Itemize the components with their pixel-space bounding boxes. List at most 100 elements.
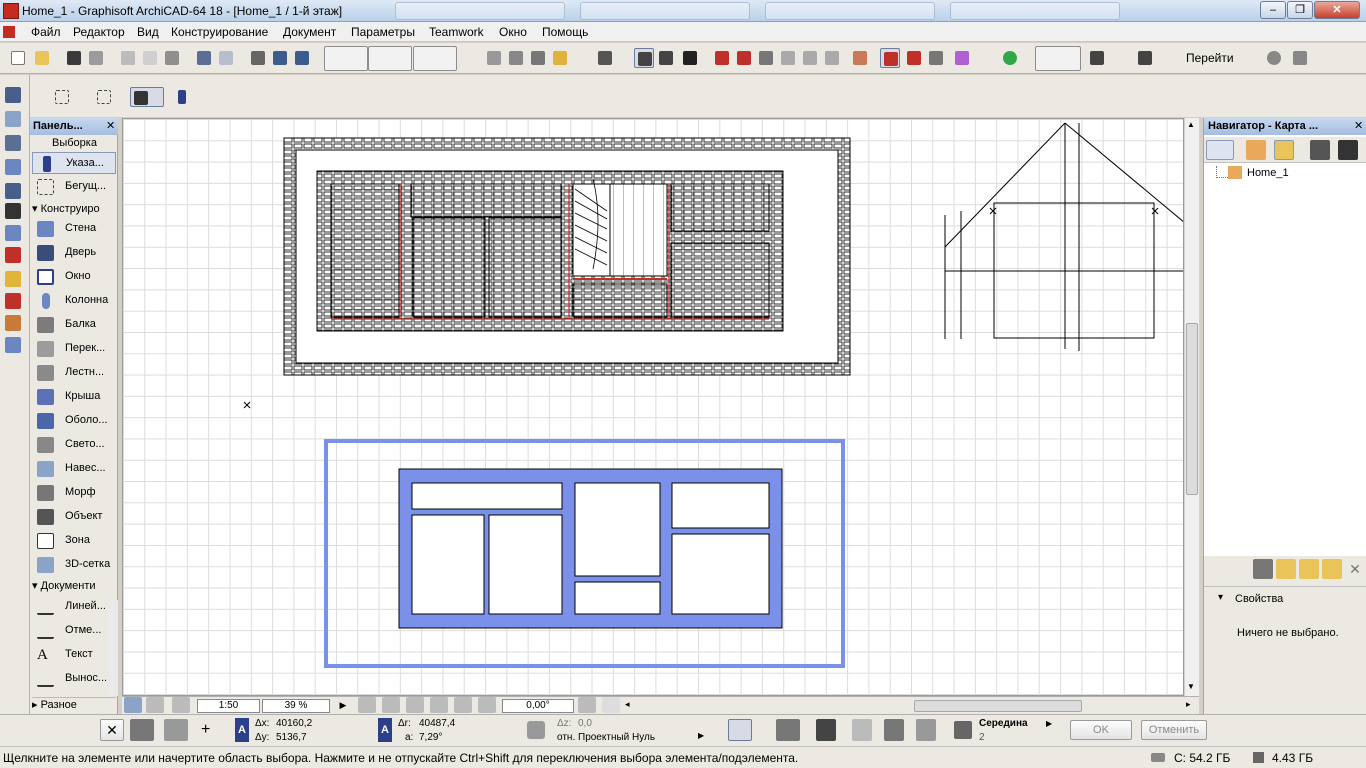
tool-text[interactable]: A Текст [32,644,116,666]
toolbox-title[interactable]: Панель... [30,118,118,135]
split-icon[interactable] [734,48,754,68]
menu-view[interactable]: Вид [137,25,159,39]
ok-button[interactable]: OK [1070,720,1132,740]
tool-morph[interactable]: Морф [32,482,116,504]
table-strip-icon[interactable] [5,183,21,199]
window-icon[interactable] [1135,48,1155,68]
layout-icon[interactable] [634,48,654,68]
line-snap-icon[interactable] [776,719,800,741]
tool-level-dimension[interactable]: Отме... [32,620,116,642]
dx-value[interactable]: 40160,2 [276,718,312,729]
layer-combo-icon[interactable] [146,697,164,713]
cube-icon[interactable] [5,159,21,175]
view-settings-icon[interactable] [124,697,142,713]
elevation-icon[interactable] [595,48,615,68]
scale-field[interactable]: 1:50 [197,699,260,713]
view-mode-dropdown[interactable] [1035,46,1081,71]
wall-tool-icon[interactable] [5,135,21,151]
tool-curtain-wall[interactable]: Навес... [32,458,116,480]
roof-icon[interactable] [850,48,870,68]
play-icon[interactable]: ▶ [334,697,352,713]
scroll-down-icon[interactable]: ▼ [1187,682,1195,691]
menu-design[interactable]: Конструирование [171,25,268,39]
delete-icon[interactable]: ✕ [1345,559,1365,579]
scroll-left-icon[interactable]: ◂ [625,699,630,710]
snap-guides-dropdown[interactable] [324,46,368,71]
tool-arrow[interactable]: Указа... [32,152,116,174]
menu-help[interactable]: Помощь [542,25,588,39]
find-select-icon[interactable] [248,48,268,68]
scroll-thumb[interactable] [1186,323,1198,495]
walk-icon[interactable] [1290,48,1310,68]
vertical-scrollbar[interactable]: ▲ ▼ [1184,118,1199,696]
menu-options[interactable]: Параметры [351,25,415,39]
tool-column[interactable]: Колонна [32,290,116,312]
pen-set-icon[interactable] [172,697,190,713]
teamwork-status-icon[interactable] [1000,48,1020,68]
new-view-icon[interactable] [1299,559,1319,579]
horizontal-scroll-thumb[interactable] [914,700,1082,712]
paint-icon[interactable] [904,48,924,68]
new-file-icon[interactable] [8,48,28,68]
layout-book-icon[interactable] [1274,140,1294,160]
marquee-icon[interactable] [52,87,72,107]
tree-item-home[interactable]: Home_1 [1247,167,1289,179]
close-button[interactable]: ✕ [1314,1,1360,19]
layers-icon[interactable] [5,111,21,127]
new-folder-icon[interactable] [1276,559,1296,579]
section-construct[interactable]: ▾ Конструиро [32,202,116,218]
adjust-icon[interactable] [712,48,732,68]
3d-view-icon[interactable] [926,48,946,68]
eraser-icon[interactable] [130,87,164,107]
goto-dropdown[interactable]: Перейти [1186,51,1234,65]
tool-shell[interactable]: Оболо... [32,410,116,432]
organizer-icon[interactable] [1338,140,1358,160]
tool-stair[interactable]: Лестн... [32,362,116,384]
midpoint-icon[interactable] [954,721,972,739]
chamfer-icon[interactable] [800,48,820,68]
special-snap-icon[interactable] [916,719,936,741]
toolbox-scrollbar[interactable] [108,600,118,696]
reference-dropdown-icon[interactable]: ▶ [698,731,704,740]
dz-value[interactable]: 0,0 [578,718,592,729]
layer-icon[interactable] [506,48,526,68]
dy-value[interactable]: 5136,7 [276,732,307,743]
tool-skylight[interactable]: Свето... [32,434,116,456]
view-map-icon[interactable] [1246,140,1266,160]
zoom-field[interactable]: 39 % [262,699,330,713]
cloud-icon[interactable] [1264,48,1284,68]
foundation-plan[interactable] [283,137,851,376]
menu-teamwork[interactable]: Teamwork [429,25,484,39]
tool-roof[interactable]: Крыша [32,386,116,408]
menu-document[interactable]: Документ [283,25,336,39]
toolbox-toggle-icon[interactable] [5,87,21,103]
section-document[interactable]: ▾ Документи [32,579,116,595]
trace-icon[interactable] [880,48,900,68]
navigator-title[interactable]: Навигатор - Карта ... [1204,118,1366,135]
zoom-forward-icon[interactable] [602,697,620,713]
cut-icon[interactable] [118,48,138,68]
marquee-method-icon[interactable] [164,719,188,741]
tool-object[interactable]: Объект [32,506,116,528]
dr-value[interactable]: 40487,4 [419,718,455,729]
add-point-icon[interactable]: + [201,721,210,739]
zoom-in-icon[interactable] [382,697,400,713]
rotate-icon[interactable] [478,697,496,713]
eyedropper-icon[interactable] [270,48,290,68]
minimize-button[interactable]: – [1260,1,1286,19]
reference-level[interactable]: отн. Проектный Нуль [557,732,655,743]
zoom-back-icon[interactable] [578,697,596,713]
redo-icon[interactable] [216,48,236,68]
relative-icon[interactable] [852,719,872,741]
brush-icon[interactable] [5,203,21,219]
tools-icon[interactable] [5,247,21,263]
zoom-fit-icon[interactable] [358,697,376,713]
close-icon[interactable]: ✕ [1354,119,1363,132]
menu-window[interactable]: Окно [499,25,527,39]
grid-display-icon[interactable] [484,48,504,68]
cancel-button[interactable]: Отменить [1141,720,1207,740]
tool-beam[interactable]: Балка [32,314,116,336]
arrow-icon[interactable] [175,87,195,107]
selected-floor-plan[interactable] [324,439,845,668]
tool-wall[interactable]: Стена [32,218,116,240]
